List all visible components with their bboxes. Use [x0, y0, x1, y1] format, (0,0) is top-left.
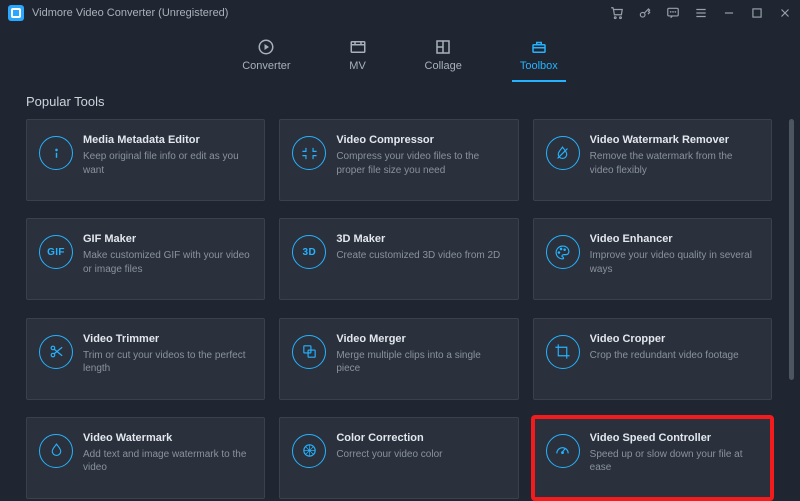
feedback-icon[interactable] [666, 6, 680, 20]
tab-label: Converter [242, 60, 290, 72]
menu-icon[interactable] [694, 6, 708, 20]
tool-title: Color Correction [336, 432, 503, 444]
tool-video-trimmer[interactable]: Video Trimmer Trim or cut your videos to… [26, 318, 265, 400]
minimize-icon[interactable] [722, 6, 736, 20]
vertical-scrollbar[interactable] [789, 119, 794, 492]
key-icon[interactable] [638, 6, 652, 20]
tool-title: Video Enhancer [590, 233, 757, 245]
tool-title: Video Watermark [83, 432, 250, 444]
tool-desc: Compress your video files to the proper … [336, 150, 503, 177]
speedometer-icon [546, 434, 580, 468]
tab-label: Toolbox [520, 60, 558, 72]
tool-title: Video Speed Controller [590, 432, 757, 444]
maximize-icon[interactable] [750, 6, 764, 20]
section-heading: Popular Tools [0, 82, 800, 119]
compress-icon [292, 136, 326, 170]
merge-icon [292, 335, 326, 369]
color-wheel-icon [292, 434, 326, 468]
tool-title: Video Watermark Remover [590, 134, 757, 146]
tool-title: Video Trimmer [83, 333, 250, 345]
tool-video-cropper[interactable]: Video Cropper Crop the redundant video f… [533, 318, 772, 400]
tool-desc: Keep original file info or edit as you w… [83, 150, 250, 177]
tool-video-compressor[interactable]: Video Compressor Compress your video fil… [279, 119, 518, 201]
tab-label: MV [349, 60, 366, 72]
tool-desc: Crop the redundant video footage [590, 349, 757, 363]
tab-label: Collage [425, 60, 462, 72]
tab-mv[interactable]: MV [343, 38, 373, 76]
tool-gif-maker[interactable]: GIF GIF Maker Make customized GIF with y… [26, 218, 265, 300]
scissors-icon [39, 335, 73, 369]
palette-icon [546, 235, 580, 269]
tool-3d-maker[interactable]: 3D 3D Maker Create customized 3D video f… [279, 218, 518, 300]
cart-icon[interactable] [610, 6, 624, 20]
tool-title: Video Merger [336, 333, 503, 345]
gif-icon: GIF [39, 235, 73, 269]
tool-desc: Create customized 3D video from 2D [336, 249, 503, 263]
info-icon [39, 136, 73, 170]
tab-converter[interactable]: Converter [236, 38, 296, 76]
threed-icon: 3D [292, 235, 326, 269]
tool-title: Media Metadata Editor [83, 134, 250, 146]
tool-desc: Speed up or slow down your file at ease [590, 448, 757, 475]
tool-title: Video Cropper [590, 333, 757, 345]
window-title: Vidmore Video Converter (Unregistered) [32, 7, 228, 19]
tool-desc: Add text and image watermark to the vide… [83, 448, 250, 475]
droplet-icon [39, 434, 73, 468]
tool-title: 3D Maker [336, 233, 503, 245]
tool-watermark-remover[interactable]: Video Watermark Remover Remove the water… [533, 119, 772, 201]
close-icon[interactable] [778, 6, 792, 20]
tool-color-correction[interactable]: Color Correction Correct your video colo… [279, 417, 518, 499]
tool-video-merger[interactable]: Video Merger Merge multiple clips into a… [279, 318, 518, 400]
app-logo-icon [8, 5, 24, 21]
tool-desc: Merge multiple clips into a single piece [336, 349, 503, 376]
tool-desc: Remove the watermark from the video flex… [590, 150, 757, 177]
tab-toolbox[interactable]: Toolbox [514, 38, 564, 76]
tool-desc: Make customized GIF with your video or i… [83, 249, 250, 276]
tool-speed-controller[interactable]: Video Speed Controller Speed up or slow … [533, 417, 772, 499]
tool-desc: Improve your video quality in several wa… [590, 249, 757, 276]
crop-icon [546, 335, 580, 369]
tool-desc: Correct your video color [336, 448, 503, 462]
tool-title: Video Compressor [336, 134, 503, 146]
tool-video-enhancer[interactable]: Video Enhancer Improve your video qualit… [533, 218, 772, 300]
tool-title: GIF Maker [83, 233, 250, 245]
tool-media-metadata[interactable]: Media Metadata Editor Keep original file… [26, 119, 265, 201]
main-tabs: Converter MV Collage Toolbox [0, 26, 800, 82]
tool-desc: Trim or cut your videos to the perfect l… [83, 349, 250, 376]
tab-collage[interactable]: Collage [419, 38, 468, 76]
tool-video-watermark[interactable]: Video Watermark Add text and image water… [26, 417, 265, 499]
titlebar: Vidmore Video Converter (Unregistered) [0, 0, 800, 26]
tools-grid: Media Metadata Editor Keep original file… [26, 119, 786, 501]
droplet-slash-icon [546, 136, 580, 170]
